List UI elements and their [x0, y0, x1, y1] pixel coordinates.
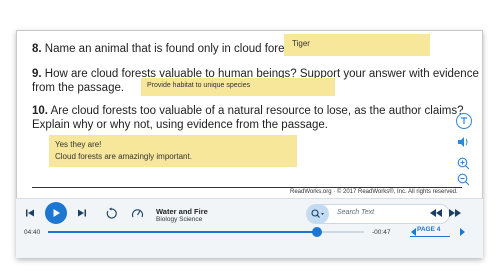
progress-fill	[48, 231, 317, 233]
progress-knob[interactable]	[312, 227, 322, 237]
answer-note-8[interactable]: Tiger	[284, 34, 430, 56]
zoom-in-icon[interactable]	[456, 156, 470, 170]
skip-back-icon[interactable]	[24, 207, 36, 219]
page-indicator[interactable]: PAGE 4	[417, 226, 440, 233]
skip-forward-icon[interactable]	[76, 207, 88, 219]
page-underline	[410, 236, 450, 237]
speaker-icon[interactable]	[456, 135, 470, 149]
question-8: 8. Name an animal that is found only in …	[32, 43, 303, 55]
search-icon[interactable]	[307, 204, 329, 224]
answer-note-9[interactable]: Provide habitat to unique species	[141, 78, 335, 96]
play-icon[interactable]	[45, 202, 67, 224]
question-10-line2: Explain why or why not, using evidence f…	[32, 119, 328, 131]
page-next-icon[interactable]	[458, 228, 466, 236]
footer-divider	[32, 187, 462, 188]
track-title: Water and Fire	[156, 207, 208, 216]
zoom-out-icon[interactable]	[456, 172, 470, 186]
rewind-icon[interactable]	[430, 208, 442, 218]
copyright-text: ReadWorks.org · © 2017 ReadWorks®, Inc. …	[290, 189, 458, 195]
speed-icon[interactable]	[130, 206, 144, 220]
replay-icon[interactable]	[104, 206, 118, 220]
remaining-time: -00:47	[372, 229, 391, 236]
text-size-icon[interactable]	[456, 113, 472, 129]
question-9-line2: from the passage.	[32, 82, 125, 94]
answer-note-10[interactable]: Yes they are! Cloud forests are amazingl…	[49, 135, 297, 167]
fast-forward-icon[interactable]	[449, 208, 461, 218]
search-input[interactable]: Search Text	[337, 209, 374, 216]
track-subtitle: Biology Science	[156, 216, 203, 223]
elapsed-time: 04:40	[24, 229, 41, 236]
